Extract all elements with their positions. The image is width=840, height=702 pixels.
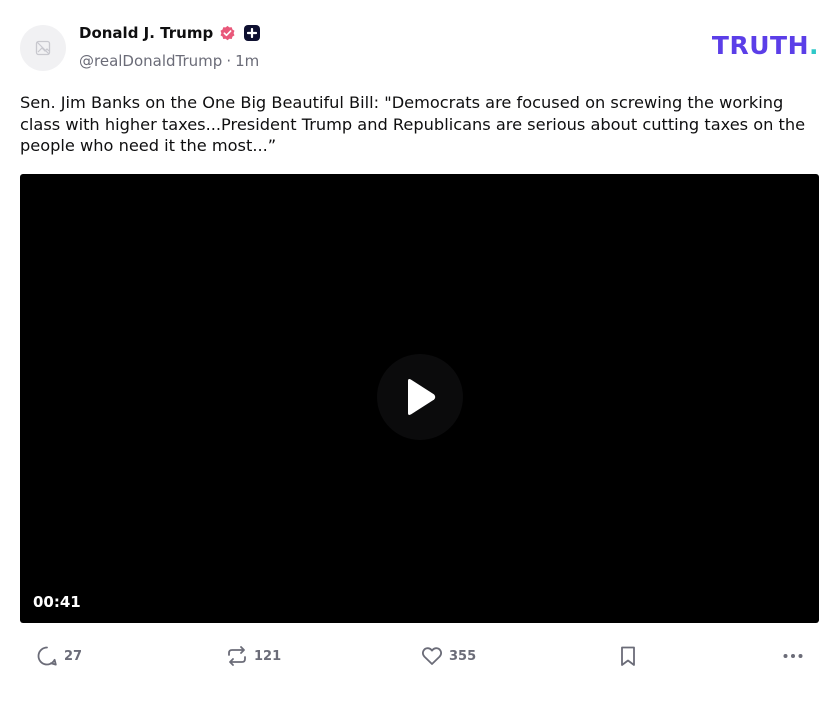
author-handle[interactable]: @realDonaldTrump	[79, 52, 222, 70]
verified-badge-icon	[220, 25, 235, 40]
bookmark-icon	[621, 646, 635, 666]
retruth-button[interactable]: 121	[226, 645, 281, 667]
more-options-button[interactable]	[782, 645, 804, 667]
reply-count: 27	[64, 648, 83, 664]
logo-text: TRUTH	[711, 31, 809, 60]
logo-dot: .	[809, 31, 819, 60]
play-icon	[408, 379, 436, 415]
truth-post: Donald J. Trump @realDonaldTrump · 1m TR…	[0, 0, 840, 702]
play-button[interactable]	[377, 354, 463, 440]
like-button[interactable]: 355	[421, 645, 476, 667]
meta-separator: ·	[226, 52, 232, 70]
more-icon	[783, 654, 803, 658]
plus-badge-icon	[244, 25, 261, 41]
retruth-icon	[228, 646, 246, 666]
author-meta: @realDonaldTrump · 1m	[79, 52, 259, 70]
avatar[interactable]	[20, 25, 66, 71]
bookmark-button[interactable]	[618, 645, 638, 667]
like-count: 355	[449, 648, 477, 664]
video-player[interactable]: 00:41	[20, 174, 819, 623]
retruth-count: 121	[254, 648, 282, 664]
reply-icon	[37, 646, 57, 666]
truth-logo[interactable]: TRUTH.	[712, 33, 819, 58]
image-placeholder-icon	[35, 40, 51, 56]
video-duration: 00:41	[33, 593, 81, 611]
post-time[interactable]: 1m	[235, 52, 259, 70]
author-name-row: Donald J. Trump	[79, 24, 261, 42]
author-display-name[interactable]: Donald J. Trump	[79, 24, 213, 42]
heart-icon	[421, 647, 443, 665]
reply-button[interactable]: 27	[36, 645, 82, 667]
post-text: Sen. Jim Banks on the One Big Beautiful …	[20, 93, 806, 155]
